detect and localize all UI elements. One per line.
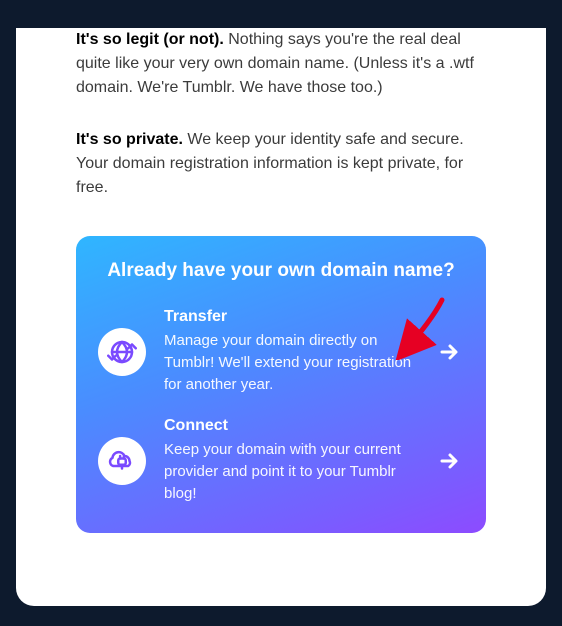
- arrow-right-icon: [437, 449, 461, 473]
- connect-title: Connect: [164, 417, 416, 435]
- content-card: It's so legit (or not). Nothing says you…: [16, 28, 546, 606]
- paragraph-legit-bold: It's so legit (or not).: [76, 31, 224, 48]
- transfer-option[interactable]: Transfer Manage your domain directly on …: [98, 308, 464, 395]
- paragraph-private: It's so private. We keep your identity s…: [76, 128, 486, 200]
- cloud-plug-icon: [98, 437, 146, 485]
- globe-transfer-icon: [98, 328, 146, 376]
- connect-option[interactable]: Connect Keep your domain with your curre…: [98, 417, 464, 504]
- connect-desc: Keep your domain with your current provi…: [164, 439, 416, 504]
- domain-promo-box: Already have your own domain name? Trans…: [76, 236, 486, 533]
- connect-text: Connect Keep your domain with your curre…: [164, 417, 416, 504]
- transfer-title: Transfer: [164, 308, 416, 326]
- transfer-arrow-button[interactable]: [434, 337, 464, 367]
- paragraph-legit: It's so legit (or not). Nothing says you…: [76, 28, 486, 100]
- paragraph-private-bold: It's so private.: [76, 131, 183, 148]
- arrow-right-icon: [437, 340, 461, 364]
- transfer-text: Transfer Manage your domain directly on …: [164, 308, 416, 395]
- transfer-desc: Manage your domain directly on Tumblr! W…: [164, 330, 416, 395]
- promo-title: Already have your own domain name?: [98, 260, 464, 282]
- connect-arrow-button[interactable]: [434, 446, 464, 476]
